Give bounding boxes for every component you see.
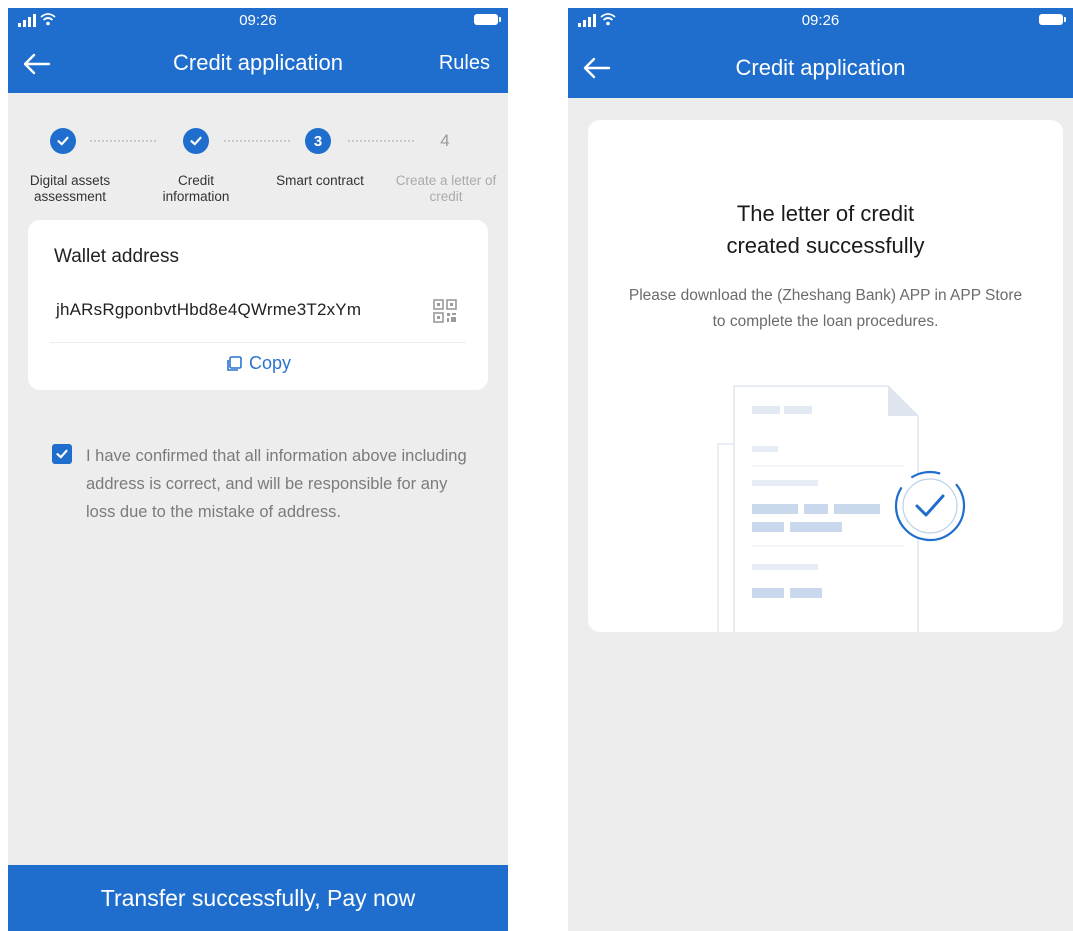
step-label-credit-information: Credit information	[162, 173, 230, 204]
step-label-smart-contract: Smart contract	[276, 173, 364, 188]
status-bar: 09:26	[568, 8, 1073, 36]
battery-icon	[1039, 14, 1066, 25]
copy-label: Copy	[248, 353, 292, 373]
step-label-digital-assets: Digital assets assessment	[29, 173, 111, 204]
step-4-number: 4	[440, 131, 450, 150]
status-time: 09:26	[239, 12, 277, 29]
battery-icon	[474, 14, 501, 25]
document-check-illustration	[717, 385, 966, 632]
app-header: 09:26 Credit application Rules	[8, 8, 508, 93]
status-time: 09:26	[801, 12, 840, 29]
page-title: Credit application	[735, 55, 906, 80]
wallet-card: Wallet address jhARsRgponbvtHbd8e4QWrme3…	[28, 220, 488, 390]
pay-now-button[interactable]: Transfer successfully, Pay now	[8, 865, 508, 931]
screen-credit-success: 09:26 Credit application The letter of c…	[568, 8, 1073, 931]
success-description: Please download the (Zheshang Bank) APP …	[588, 283, 1063, 335]
app-header: 09:26 Credit application	[568, 8, 1073, 98]
progress-stepper: 3 4 Digital assets assessment Credit inf…	[8, 128, 508, 208]
checkbox-checked-icon	[56, 449, 68, 459]
confirmation-text: I have confirmed that all information ab…	[86, 447, 467, 521]
rules-link[interactable]: Rules	[439, 52, 490, 75]
wallet-address-value: jhARsRgponbvtHbd8e4QWrme3T2xYm	[56, 300, 362, 319]
step-1-check-icon	[50, 128, 76, 154]
step-2-check-icon	[183, 128, 209, 154]
copy-button[interactable]: Copy	[28, 353, 488, 374]
step-label-create-letter: Create a letter of credit	[395, 173, 497, 204]
success-title: The letter of credit created successfull…	[588, 198, 1063, 262]
qr-code-icon[interactable]	[432, 298, 458, 324]
page-title: Credit application	[173, 50, 343, 75]
success-description-text: Please download the (Zheshang Bank) APP …	[628, 287, 1023, 330]
copy-icon	[227, 355, 242, 371]
step-connector	[224, 140, 290, 144]
success-card: The letter of credit created successfull…	[588, 120, 1063, 632]
wallet-title: Wallet address	[54, 246, 179, 267]
screen-smart-contract: 09:26 Credit application Rules 3 4 Digit…	[8, 8, 508, 931]
step-connector	[90, 140, 156, 144]
status-bar: 09:26	[8, 8, 508, 36]
step-connector	[348, 140, 414, 144]
divider	[50, 342, 466, 343]
confirm-checkbox[interactable]	[52, 444, 72, 464]
success-title-text: The letter of credit created successfull…	[726, 201, 925, 258]
step-3-number: 3	[305, 128, 331, 154]
